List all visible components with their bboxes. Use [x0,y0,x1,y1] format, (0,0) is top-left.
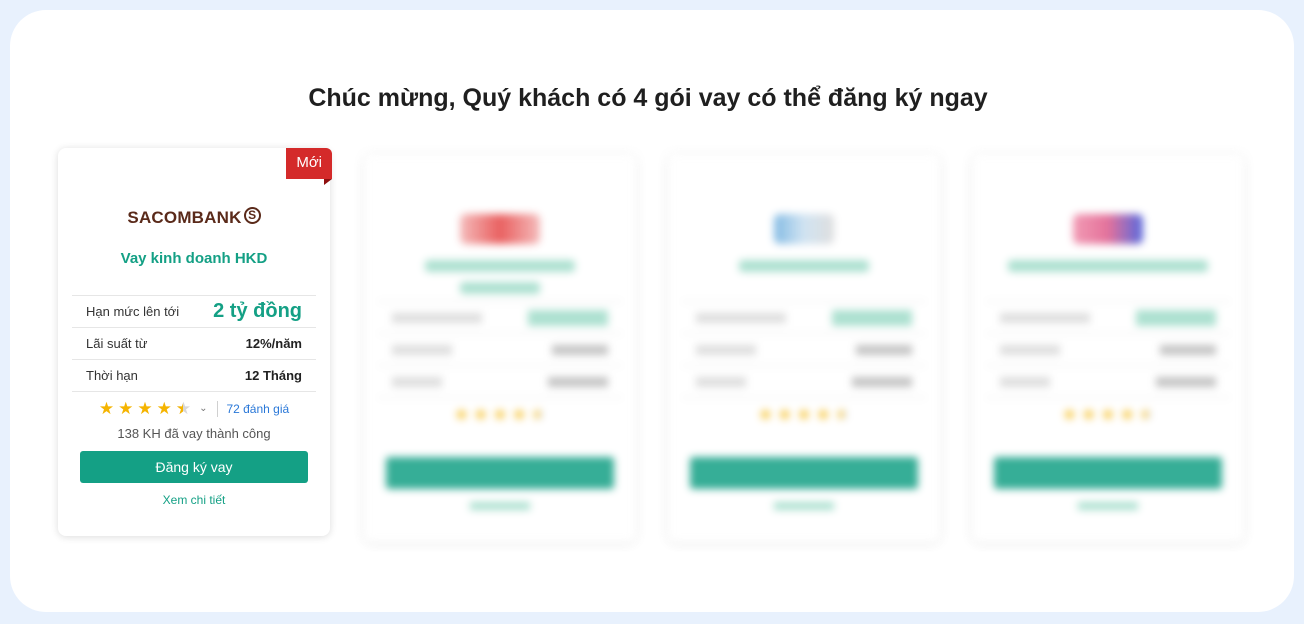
star-icon: ★ [511,405,527,424]
product-name [972,254,1244,272]
star-icon: ★ [118,399,134,418]
loan-card-sacombank[interactable]: Mới SACOMBANK S Vay kinh doanh HKD Hạn m… [58,148,332,536]
rating-row: ★ ★ ★ ★ ★ [364,406,636,423]
loan-info-table [378,301,622,398]
detail-link[interactable]: Xem chi tiết [58,493,330,507]
rating-row: ★ ★ ★ ★ ★ [972,406,1244,423]
page-headline: Chúc mừng, Quý khách có 4 gói vay có thể… [308,84,988,112]
star-icon: ★ [815,405,831,424]
star-icon: ★ [796,405,812,424]
star-icon: ★ [777,405,793,424]
bank-logo-image [1073,214,1143,244]
info-label: Thời hạn [86,368,138,383]
rating-row: ★ ★ ★ ★ ★ ⌄ 72 đánh giá [58,400,330,417]
half-star-icon: ★ [835,406,850,423]
info-label: Hạn mức lên tới [86,304,180,319]
loan-info-table [986,301,1230,398]
loan-card-blurred[interactable]: ★ ★ ★ ★ ★ [972,154,1244,542]
divider [217,400,219,417]
bank-logo-text: SACOMBANK [127,208,242,227]
success-count: 138 KH đã vay thành công [117,426,271,441]
info-label: Lãi suất từ [86,336,148,351]
star-icon: ★ [1119,405,1135,424]
info-value: 12 Tháng [244,368,302,383]
detail-link[interactable] [668,499,940,513]
apply-button[interactable] [386,457,614,489]
info-row-term: Thời hạn 12 Tháng [72,360,316,392]
detail-link[interactable] [364,499,636,513]
half-star-icon: ★ [176,400,191,417]
star-icon: ★ [1061,405,1078,424]
star-icon: ★ [757,405,774,424]
info-row-limit: Hạn mức lên tới 2 tỷ đồng [72,296,316,328]
star-icon: ★ [156,399,172,418]
bank-logo [972,214,1244,244]
bank-logo-image [774,214,834,244]
half-star-icon: ★ [531,406,546,423]
loan-info-table: Hạn mức lên tới 2 tỷ đồng Lãi suất từ 12… [72,295,316,392]
star-icon: ★ [98,399,115,418]
product-name [668,254,940,272]
bank-logo: SACOMBANK S [58,206,330,228]
loan-info-table [682,301,926,398]
reviews-link[interactable]: 72 đánh giá [226,402,289,416]
product-name [364,254,636,294]
star-icon: ★ [1100,405,1116,424]
half-star-icon: ★ [1139,406,1154,423]
bank-logo-symbol: S [243,206,261,224]
info-value: 12%/năm [245,336,302,351]
star-icon: ★ [453,405,470,424]
bank-logo-image [460,214,540,244]
bank-logo [668,214,940,244]
apply-button[interactable] [690,457,918,489]
product-name: Vay kinh doanh HKD [120,250,268,267]
chevron-down-icon[interactable]: ⌄ [199,403,207,414]
bank-logo [364,214,636,244]
info-value: 2 tỷ đồng [213,300,302,322]
star-icon: ★ [473,405,489,424]
rating-row: ★ ★ ★ ★ ★ [668,406,940,423]
star-icon: ★ [492,405,508,424]
new-badge: Mới [286,148,332,185]
apply-button[interactable] [994,457,1222,489]
detail-link[interactable] [972,499,1244,513]
star-icon: ★ [1081,405,1097,424]
info-row-rate: Lãi suất từ 12%/năm [72,328,316,360]
apply-button[interactable]: Đăng ký vay [80,451,308,483]
star-icon: ★ [137,399,153,418]
loan-card-blurred[interactable]: ★ ★ ★ ★ ★ [364,154,636,542]
loan-card-blurred[interactable]: ★ ★ ★ ★ ★ [668,154,940,542]
